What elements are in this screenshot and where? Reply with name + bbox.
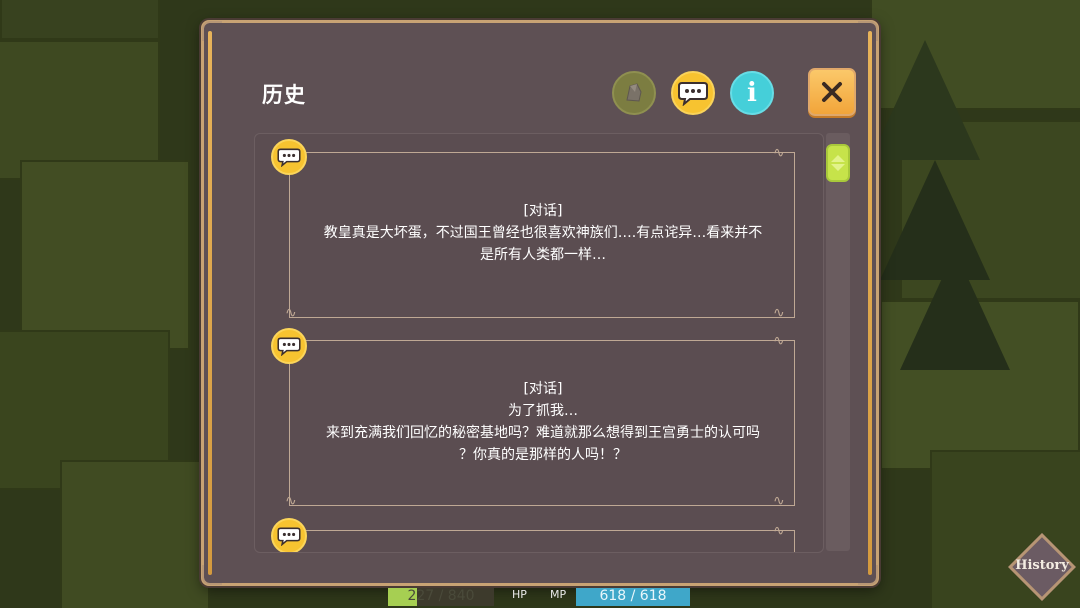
history-dialog: 历史 i ∿ ∿ ∿ [对话] 教皇真是大坏蛋，不过国王曾经也很喜欢神族们….有…: [201, 20, 879, 586]
speech-bubble-icon: [678, 82, 708, 106]
frame-flourish: ∿: [773, 523, 785, 539]
dialogue-type-badge: [271, 328, 307, 364]
speech-bubble-icon: [277, 148, 301, 167]
entry-line: 来到充满我们回忆的秘密基地吗？难道就那么想得到王宫勇士的认可吗: [326, 425, 760, 441]
history-entry: ∿: [255, 514, 823, 552]
rock-icon: [626, 83, 642, 102]
frame-flourish: ∿: [773, 333, 785, 349]
entry-tag: [对话]: [523, 381, 563, 397]
entry-frame: [289, 530, 795, 552]
frame-flourish: ∿: [285, 305, 297, 321]
scroll-down-arrow-icon: [831, 164, 845, 171]
frame-flourish: ∿: [773, 145, 785, 161]
dialog-title: 历史: [262, 83, 306, 107]
close-icon: [822, 82, 842, 102]
history-list[interactable]: ∿ ∿ ∿ [对话] 教皇真是大坏蛋，不过国王曾经也很喜欢神族们….有点诧异…看…: [254, 133, 824, 553]
info-icon: i: [747, 78, 757, 108]
mp-label: MP: [550, 588, 567, 601]
entry-tag: [对话]: [523, 203, 563, 219]
history-button-label: History: [1015, 558, 1069, 573]
frame-corner: [858, 21, 878, 41]
frame-flourish: ∿: [773, 305, 785, 321]
entry-line: 教皇真是大坏蛋，不过国王曾经也很喜欢神族们….有点诧异…看来并不: [323, 225, 763, 241]
hp-value: 227 / 840: [407, 588, 475, 604]
entry-line: ？你真的是那样的人吗！？: [459, 447, 627, 463]
filter-dialogue-button[interactable]: [671, 71, 715, 115]
history-entry: ∿ ∿ ∿ [对话] 为了抓我… 来到充满我们回忆的秘密基地吗？难道就那么想得到…: [255, 324, 823, 514]
history-entry: ∿ ∿ ∿ [对话] 教皇真是大坏蛋，不过国王曾经也很喜欢神族们….有点诧异…看…: [255, 134, 823, 324]
filter-action-button[interactable]: [612, 71, 656, 115]
speech-bubble-icon: [277, 527, 301, 546]
speech-bubble-icon: [277, 337, 301, 356]
frame-flourish: ∿: [285, 493, 297, 509]
frame-corner: [202, 565, 222, 585]
mp-value: 618 / 618: [599, 588, 667, 604]
hp-label: HP: [512, 588, 527, 601]
entry-line: 为了抓我…: [508, 403, 578, 419]
dialogue-type-badge: [271, 518, 307, 552]
frame-flourish: ∿: [773, 493, 785, 509]
frame-corner: [202, 21, 222, 41]
entry-text: [对话] 教皇真是大坏蛋，不过国王曾经也很喜欢神族们….有点诧异…看来并不 是所…: [293, 200, 793, 266]
entry-line: 是所有人类都一样…: [480, 247, 606, 263]
history-button[interactable]: History: [1006, 531, 1078, 603]
scroll-up-arrow-icon: [831, 155, 845, 162]
filter-info-button[interactable]: i: [730, 71, 774, 115]
close-button[interactable]: [808, 68, 856, 116]
entry-text: [对话] 为了抓我… 来到充满我们回忆的秘密基地吗？难道就那么想得到王宫勇士的认…: [293, 378, 793, 466]
frame-corner: [858, 565, 878, 585]
dialogue-type-badge: [271, 139, 307, 175]
scrollbar-thumb[interactable]: [826, 144, 850, 182]
scrollbar-track[interactable]: [826, 133, 850, 551]
